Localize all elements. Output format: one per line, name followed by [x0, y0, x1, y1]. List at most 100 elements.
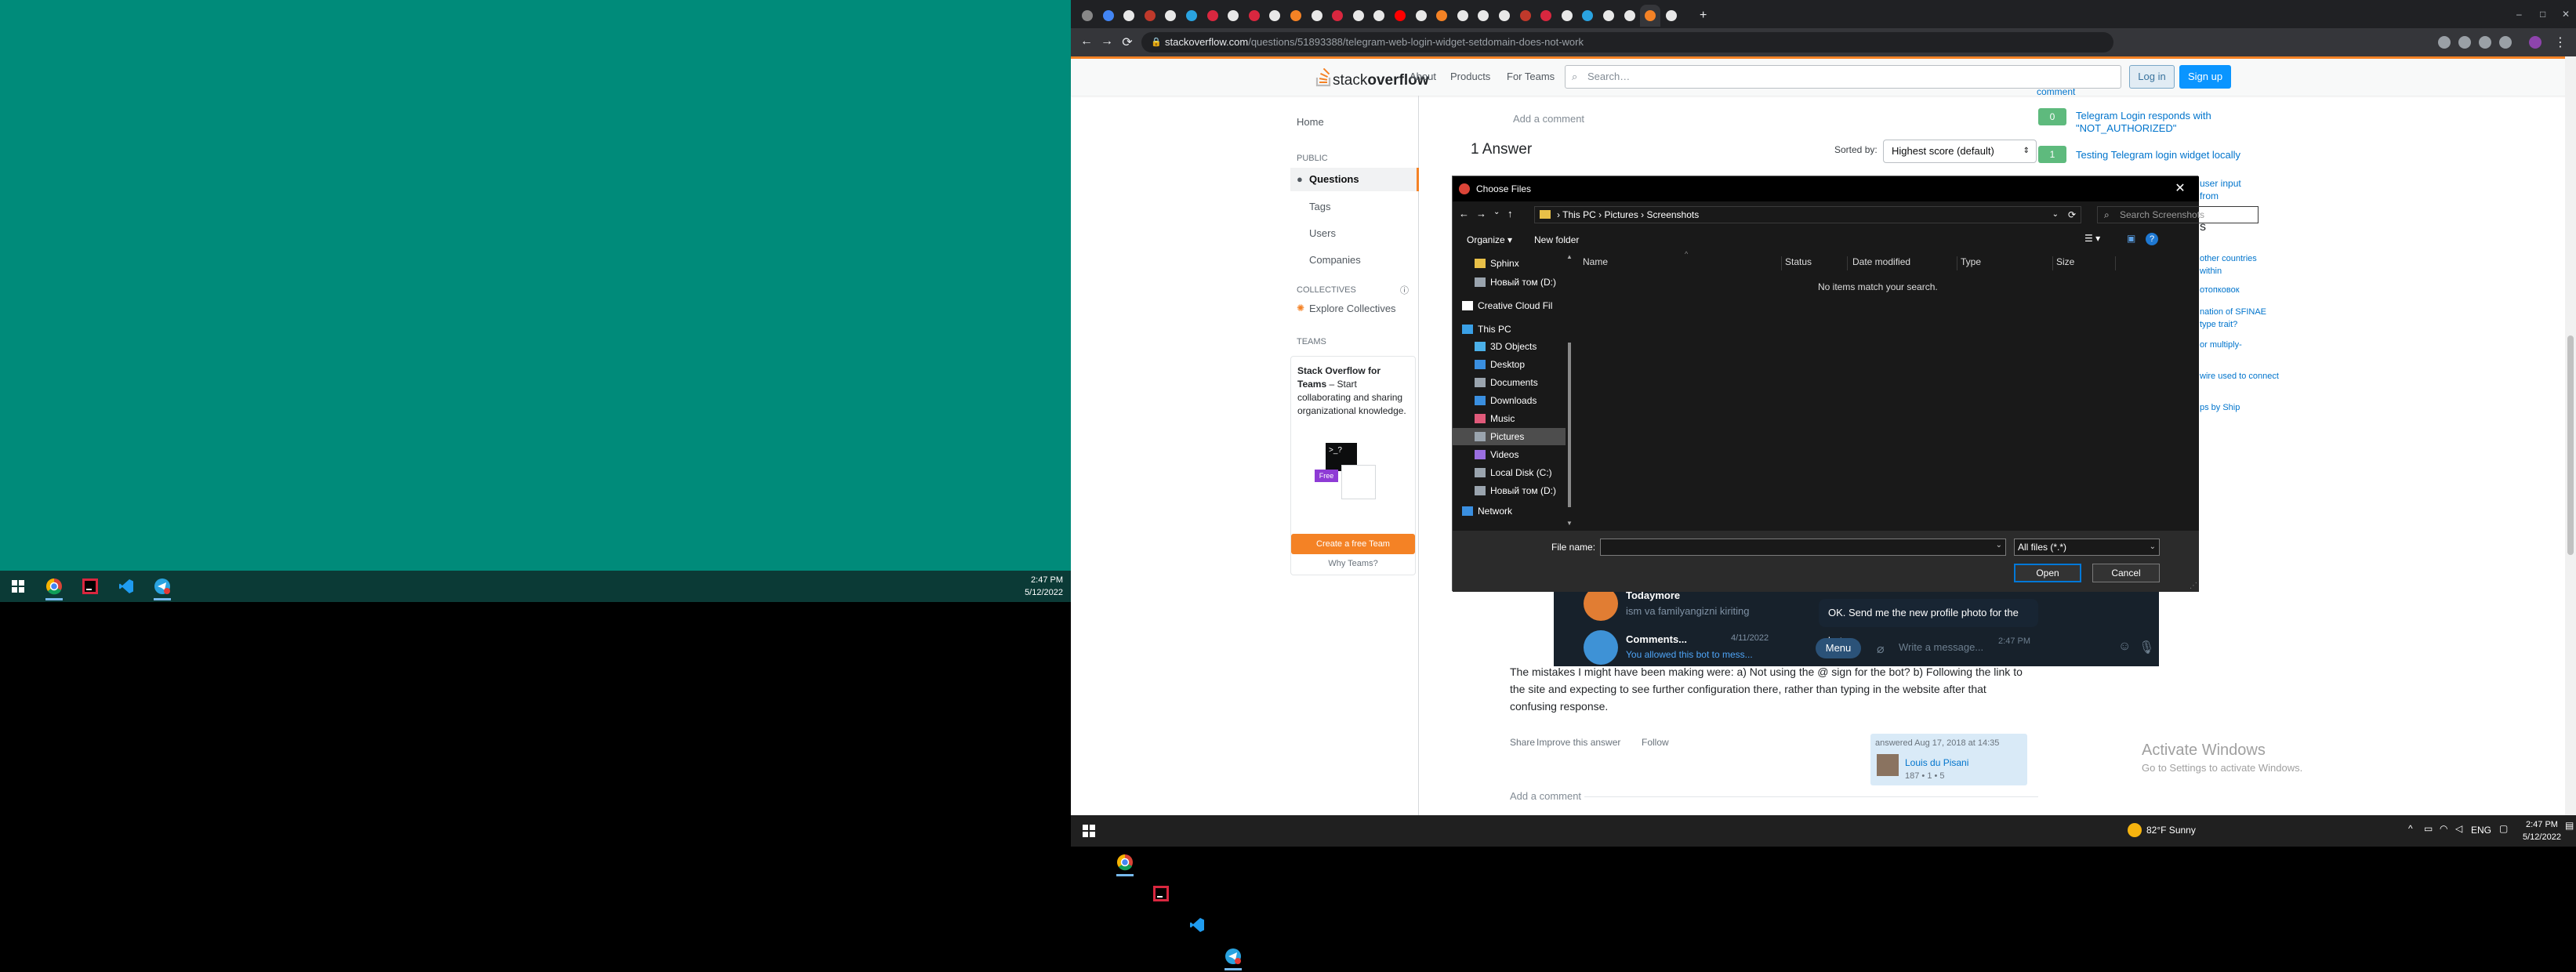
start-button[interactable]: [0, 571, 36, 602]
browser-tab[interactable]: [1431, 5, 1452, 27]
breadcrumb[interactable]: › This PC › Pictures › Screenshots ⌄ ⟳: [1534, 206, 2081, 223]
file-list[interactable]: ^ Name Status Date modified Type Size No…: [1575, 250, 2199, 531]
bot-menu-button[interactable]: Menu: [1816, 638, 1861, 658]
nav-item[interactable]: Local Disk (C:): [1475, 464, 1552, 481]
emoji-icon[interactable]: ☺: [2118, 640, 2131, 654]
taskbar-telegram[interactable]: [1215, 941, 1251, 972]
left-clock[interactable]: 2:47 PM 5/12/2022: [1025, 574, 1063, 599]
browser-tab[interactable]: [1411, 5, 1431, 27]
nav-item[interactable]: Новый том (D:): [1475, 274, 1556, 291]
linked-fragment[interactable]: type trait?: [2200, 318, 2262, 331]
linked-fragment[interactable]: user input from: [2200, 177, 2262, 202]
weather-widget[interactable]: 82°F Sunny: [2146, 825, 2196, 836]
author-name[interactable]: Louis du Pisani: [1905, 757, 1968, 768]
notification-icon[interactable]: ▤: [2565, 820, 2574, 831]
browser-tab[interactable]: [1160, 5, 1181, 27]
scroll-thumb[interactable]: [1568, 343, 1571, 507]
taskbar-chrome[interactable]: [1107, 847, 1143, 878]
recent-chevron-icon[interactable]: ⌄: [1493, 208, 1500, 216]
cancel-button[interactable]: Cancel: [2092, 564, 2160, 582]
extension-icon[interactable]: [2458, 36, 2471, 49]
browser-tab[interactable]: [1223, 5, 1243, 27]
column-type[interactable]: Type: [1961, 256, 2053, 270]
forward-icon[interactable]: →: [1476, 208, 1486, 219]
nav-item[interactable]: Network: [1462, 502, 1512, 520]
nav-item[interactable]: Pictures: [1453, 428, 1566, 445]
taskbar-vscode[interactable]: [1179, 909, 1215, 941]
minimize-button[interactable]: –: [2512, 3, 2529, 25]
volume-icon[interactable]: ◁: [2455, 823, 2462, 834]
browser-tab[interactable]: [1661, 5, 1682, 27]
taskbar-vscode[interactable]: [108, 571, 144, 602]
browser-tab[interactable]: [1181, 5, 1202, 27]
file-type-filter[interactable]: All files (*.*) ⌄: [2014, 539, 2160, 556]
browser-tab[interactable]: [1640, 5, 1661, 27]
start-button[interactable]: [1071, 815, 1107, 847]
improve-answer-link[interactable]: Improve this answer: [1537, 737, 1620, 748]
browser-tab[interactable]: [1557, 5, 1577, 27]
linked-question[interactable]: Testing Telegram login widget locally: [2076, 149, 2264, 161]
nav-about[interactable]: About: [1410, 71, 1436, 82]
scroll-up-icon[interactable]: ▲: [1566, 253, 1573, 260]
sidebar-companies[interactable]: Companies: [1309, 254, 1361, 266]
nav-item[interactable]: 3D Objects: [1475, 338, 1537, 355]
dialog-titlebar[interactable]: Choose Files: [1453, 176, 2199, 201]
breadcrumb-item[interactable]: This PC: [1562, 209, 1596, 220]
nav-item[interactable]: This PC: [1462, 321, 1511, 338]
browser-tab[interactable]: [1348, 5, 1369, 27]
scroll-down-icon[interactable]: ▼: [1566, 520, 1573, 527]
add-comment-link[interactable]: Add a comment: [1510, 790, 1585, 802]
column-status[interactable]: Status: [1785, 256, 1848, 270]
extension-icon[interactable]: [2479, 36, 2491, 49]
help-icon[interactable]: ?: [2146, 233, 2158, 245]
nav-products[interactable]: Products: [1450, 71, 1490, 82]
browser-tab[interactable]: [1473, 5, 1493, 27]
nav-for-teams[interactable]: For Teams: [1507, 71, 1555, 82]
browser-tab[interactable]: [1390, 5, 1410, 27]
browser-tab[interactable]: [1453, 5, 1473, 27]
breadcrumb-item[interactable]: Screenshots: [1647, 209, 1700, 220]
create-team-button[interactable]: Create a free Team: [1291, 534, 1415, 554]
network-icon[interactable]: ▭: [2424, 823, 2433, 834]
linked-fragment[interactable]: comment: [2037, 86, 2225, 97]
column-size[interactable]: Size: [2056, 256, 2116, 270]
browser-tab[interactable]: [1264, 5, 1285, 27]
browser-tab[interactable]: [1577, 5, 1598, 27]
new-folder-button[interactable]: New folder: [1534, 234, 1579, 245]
taskbar-telegram[interactable]: [144, 571, 180, 602]
browser-tab[interactable]: [1140, 5, 1160, 27]
attach-icon[interactable]: ⌀: [1877, 641, 1885, 657]
browser-tab[interactable]: [1244, 5, 1264, 27]
microphone-icon[interactable]: 🎙: [2139, 640, 2154, 655]
nav-item[interactable]: Новый том (D:): [1475, 482, 1556, 499]
linked-fragment[interactable]: nation of SFINAE: [2200, 306, 2278, 318]
dialog-search-input[interactable]: ⌕ Search Screenshots: [2097, 206, 2259, 223]
nav-item[interactable]: Music: [1475, 410, 1515, 427]
organize-button[interactable]: Organize ▾: [1467, 234, 1512, 245]
meet-icon[interactable]: ▢: [2499, 823, 2508, 834]
linked-fragment[interactable]: ps by Ship: [2200, 401, 2262, 414]
sidebar-explore-collectives[interactable]: Explore Collectives: [1309, 303, 1396, 314]
browser-tab[interactable]: [1098, 5, 1119, 27]
extensions-puzzle-icon[interactable]: [2499, 36, 2512, 49]
browser-tab[interactable]: [1286, 5, 1306, 27]
chevron-down-icon[interactable]: ⌄: [2052, 207, 2059, 223]
why-teams-link[interactable]: Why Teams?: [1291, 559, 1415, 568]
browser-tab[interactable]: [1327, 5, 1348, 27]
browser-tab[interactable]: [1515, 5, 1536, 27]
back-icon[interactable]: ←: [1079, 34, 1094, 49]
browser-tab[interactable]: [1369, 5, 1389, 27]
maximize-button[interactable]: □: [2535, 3, 2552, 25]
chevron-down-icon[interactable]: ⌄: [1996, 541, 2002, 549]
wifi-icon[interactable]: ◠: [2440, 823, 2447, 834]
file-name-input[interactable]: ⌄: [1600, 539, 2006, 556]
right-clock[interactable]: 2:47 PM 5/12/2022: [2523, 818, 2561, 843]
taskbar-chrome[interactable]: [36, 571, 72, 602]
new-tab-button[interactable]: +: [1695, 5, 1731, 27]
browser-tab[interactable]: [1620, 5, 1640, 27]
menu-kebab-icon[interactable]: ⋮: [2552, 34, 2568, 50]
sort-select[interactable]: Highest score (default) ⇕: [1883, 140, 2037, 163]
nav-scrollbar[interactable]: ▲ ▼: [1566, 253, 1573, 527]
up-icon[interactable]: ↑: [1508, 208, 1513, 219]
page-scroll-thumb[interactable]: [2567, 335, 2574, 555]
